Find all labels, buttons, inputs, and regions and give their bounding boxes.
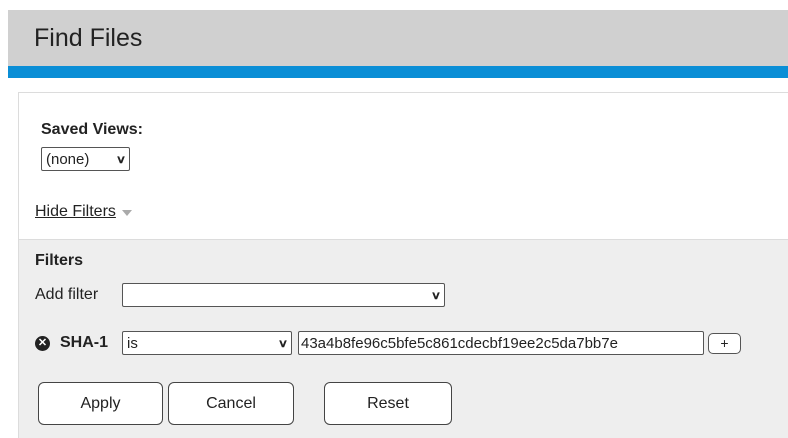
search-panel: Saved Views: (none) ∨ Hide Filters Filte… — [18, 92, 788, 438]
filter-row-sha1: ✕ SHA-1 is ∨ + — [35, 330, 741, 356]
hide-filters-toggle[interactable]: Hide Filters — [35, 203, 132, 221]
add-filter-label: Add filter — [35, 286, 99, 303]
close-circle-icon[interactable]: ✕ — [35, 335, 50, 351]
filter-field-label: SHA-1 — [60, 334, 109, 351]
find-files-page: Find Files Saved Views: (none) ∨ Hide Fi… — [0, 0, 788, 438]
cancel-button[interactable]: Cancel — [168, 382, 294, 425]
add-value-button[interactable]: + — [708, 332, 741, 354]
accent-bar — [8, 66, 788, 78]
filter-value-input[interactable] — [298, 331, 704, 355]
saved-views-value: (none) — [46, 150, 90, 168]
filters-section: Filters Add filter ∨ ✕ SHA-1 is ∨ + Appl… — [19, 239, 788, 438]
chevron-down-icon: ∨ — [430, 289, 442, 302]
page-title: Find Files — [34, 24, 143, 52]
chevron-down-icon: ∨ — [277, 337, 289, 350]
saved-views-label: Saved Views: — [41, 121, 143, 138]
filter-operator-value: is — [127, 334, 138, 352]
filter-operator-select[interactable]: is ∨ — [122, 331, 292, 355]
apply-button[interactable]: Apply — [38, 382, 163, 425]
chevron-down-icon: ∨ — [115, 153, 127, 166]
filters-heading: Filters — [35, 252, 84, 269]
hide-filters-link[interactable]: Hide Filters — [35, 203, 116, 221]
triangle-down-icon — [121, 210, 132, 216]
reset-button[interactable]: Reset — [324, 382, 452, 425]
add-filter-select[interactable]: ∨ — [122, 283, 445, 307]
header: Find Files — [8, 10, 788, 66]
saved-views-select[interactable]: (none) ∨ — [41, 147, 130, 171]
